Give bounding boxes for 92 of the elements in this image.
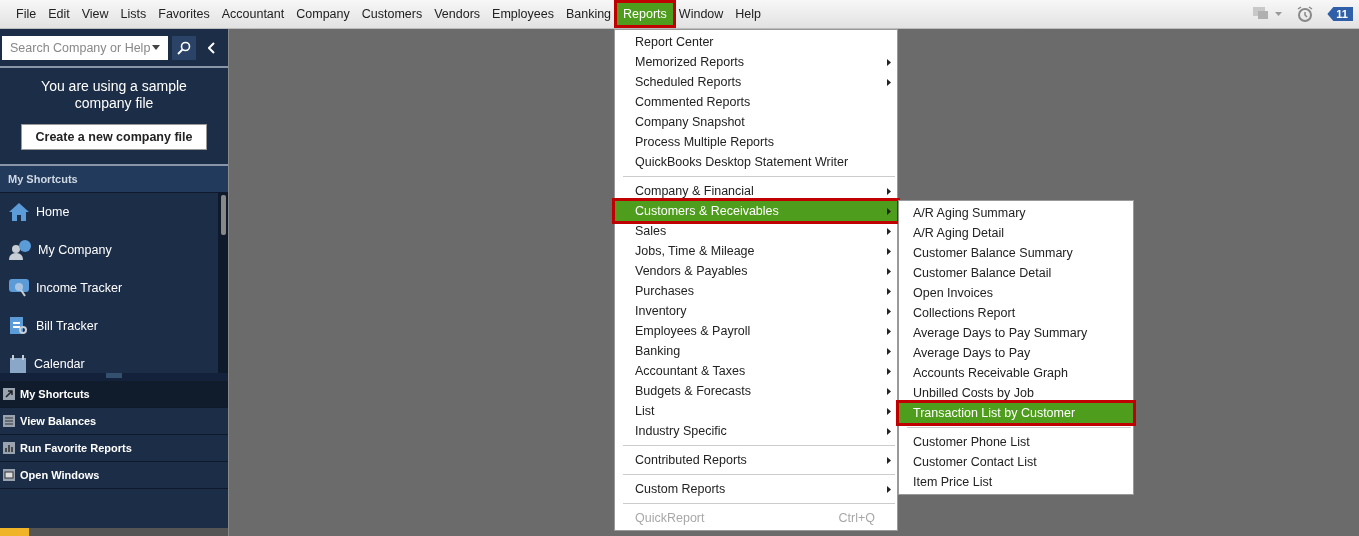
- menu-item[interactable]: Accountant & Taxes: [615, 361, 897, 381]
- chat-magnifier-icon: [8, 278, 30, 298]
- submenu-arrow-icon: [887, 187, 891, 195]
- menu-item[interactable]: A/R Aging Summary: [899, 203, 1133, 223]
- submenu-arrow-icon: [887, 287, 891, 295]
- submenu-arrow-icon: [887, 407, 891, 415]
- submenu-arrow-icon: [887, 347, 891, 355]
- menu-bar-item[interactable]: Edit: [42, 3, 76, 25]
- menu-item[interactable]: Banking: [615, 341, 897, 361]
- submenu-arrow-icon: [887, 267, 891, 275]
- bar-chart-icon: [3, 442, 15, 454]
- menu-bar-item[interactable]: File: [10, 3, 43, 25]
- menu-bar-item[interactable]: Favorites: [152, 3, 216, 25]
- shortcut-item[interactable]: My Company: [0, 231, 218, 269]
- menu-item[interactable]: Customer Balance Summary: [899, 243, 1133, 263]
- house-icon: [8, 202, 30, 222]
- window-icon: [3, 469, 15, 481]
- menu-item[interactable]: Unbilled Costs by Job: [899, 383, 1133, 403]
- scrollbar[interactable]: [218, 193, 228, 373]
- menu-item[interactable]: Vendors & Payables: [615, 261, 897, 281]
- menu-item[interactable]: Report Center: [615, 32, 897, 52]
- menu-item[interactable]: Purchases: [615, 281, 897, 301]
- submenu-arrow-icon: [887, 307, 891, 315]
- menu-item[interactable]: Average Days to Pay: [899, 343, 1133, 363]
- shortcut-item[interactable]: Bill Tracker: [0, 307, 218, 345]
- document-magnifier-icon: [8, 316, 30, 336]
- submenu-arrow-icon: [887, 485, 891, 493]
- submenu-arrow-icon: [887, 227, 891, 235]
- menu-item[interactable]: Sales: [615, 221, 897, 241]
- menu-item[interactable]: QuickBooks Desktop Statement Writer: [615, 152, 897, 172]
- menu-item[interactable]: Jobs, Time & Mileage: [615, 241, 897, 261]
- submenu-arrow-icon: [887, 456, 891, 464]
- resize-grip[interactable]: [0, 373, 228, 381]
- submenu-arrow-icon: [887, 327, 891, 335]
- menu-item[interactable]: Item Price List: [899, 472, 1133, 492]
- menu-item[interactable]: Scheduled Reports: [615, 72, 897, 92]
- menu-bar-item[interactable]: Banking: [559, 3, 618, 25]
- menu-bar-item[interactable]: Company: [290, 3, 356, 25]
- menu-item[interactable]: Memorized Reports: [615, 52, 897, 72]
- menu-item[interactable]: Average Days to Pay Summary: [899, 323, 1133, 343]
- search-field[interactable]: Search Company or Help: [2, 35, 168, 60]
- menu-item[interactable]: Custom Reports: [615, 479, 897, 499]
- menu-item[interactable]: Accounts Receivable Graph: [899, 363, 1133, 383]
- search-button[interactable]: [172, 35, 196, 60]
- shortcuts-header: My Shortcuts: [0, 166, 228, 193]
- menu-item[interactable]: Customer Contact List: [899, 452, 1133, 472]
- menu-bar-item[interactable]: Vendors: [428, 3, 487, 25]
- search-icon: [177, 40, 191, 55]
- menu-item[interactable]: A/R Aging Detail: [899, 223, 1133, 243]
- menu-bar-item[interactable]: Lists: [114, 3, 153, 25]
- dropdown-caret-icon[interactable]: [152, 45, 160, 50]
- submenu-arrow-icon: [887, 367, 891, 375]
- menu-item[interactable]: Customer Balance Detail: [899, 263, 1133, 283]
- sample-company-notice: You are using a sample company file: [40, 78, 188, 112]
- shortcut-item[interactable]: Calendar: [0, 345, 218, 373]
- submenu-arrow-icon: [887, 427, 891, 435]
- submenu-arrow-icon: [887, 387, 891, 395]
- menu-item[interactable]: Contributed Reports: [615, 450, 897, 470]
- menu-item[interactable]: Collections Report: [899, 303, 1133, 323]
- shortcut-item[interactable]: Home: [0, 193, 218, 231]
- menu-item[interactable]: Inventory: [615, 301, 897, 321]
- shortcut-arrow-icon: [3, 388, 15, 400]
- menu-item[interactable]: Industry Specific: [615, 421, 897, 441]
- menu-item[interactable]: Process Multiple Reports: [615, 132, 897, 152]
- menu-bar-item[interactable]: View: [75, 3, 115, 25]
- menu-bar-item[interactable]: Window: [672, 3, 730, 25]
- menu-bar-item[interactable]: Accountant: [215, 3, 291, 25]
- menu-bar-item[interactable]: Customers: [355, 3, 429, 25]
- chevron-left-icon: [208, 41, 216, 54]
- person-icon: [8, 240, 32, 260]
- menu-item[interactable]: Budgets & Forecasts: [615, 381, 897, 401]
- menu-item[interactable]: Company & Financial: [615, 181, 897, 201]
- menu-item[interactable]: Company Snapshot: [615, 112, 897, 132]
- sidebar-section-tab[interactable]: My Shortcuts: [0, 381, 228, 408]
- menu-bar-item[interactable]: Help: [729, 3, 768, 25]
- shortcut-item[interactable]: Income Tracker: [0, 269, 218, 307]
- submenu-arrow-icon: [887, 58, 891, 66]
- alarm-clock-icon[interactable]: [1297, 6, 1314, 22]
- list-icon: [3, 415, 15, 427]
- menu-bar-item[interactable]: Employees: [486, 3, 560, 25]
- calendar-icon: [8, 354, 28, 373]
- menu-item[interactable]: Customer Phone List: [899, 432, 1133, 452]
- submenu-arrow-icon: [887, 247, 891, 255]
- submenu-arrow-icon: [887, 78, 891, 86]
- notification-badge[interactable]: 11: [1327, 7, 1353, 21]
- menu-item[interactable]: Open Invoices: [899, 283, 1133, 303]
- menu-item[interactable]: Employees & Payroll: [615, 321, 897, 341]
- shortcut-text: Ctrl+Q: [838, 511, 875, 525]
- create-company-button[interactable]: Create a new company file: [21, 124, 207, 150]
- menu-item[interactable]: Commented Reports: [615, 92, 897, 112]
- menu-item[interactable]: List: [615, 401, 897, 421]
- submenu-arrow-icon: [887, 207, 891, 215]
